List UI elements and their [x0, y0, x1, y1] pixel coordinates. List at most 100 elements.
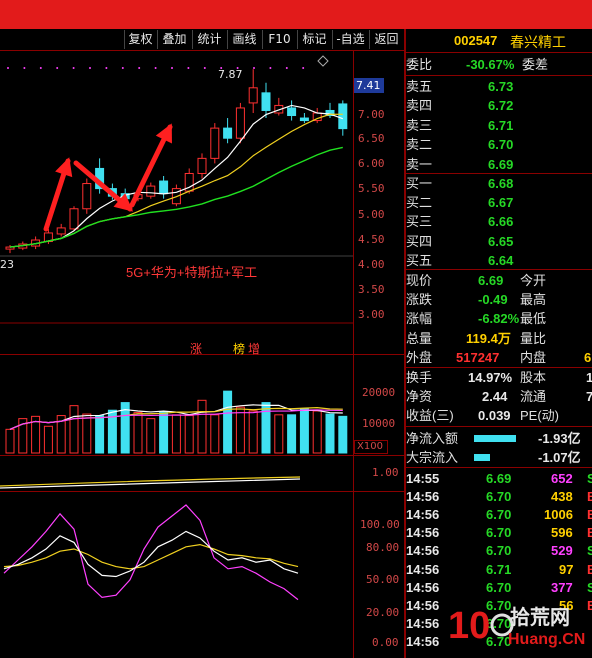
stat-label-2: 最高 [520, 292, 547, 308]
statistics-button[interactable]: 统计 [192, 30, 226, 49]
kdj-y-tick: 0.00 [372, 636, 399, 649]
flow-label: 净流入额 [406, 431, 459, 446]
bid-price: 6.66 [488, 214, 514, 230]
draw-line-button[interactable]: 画线 [227, 30, 261, 49]
stock-code[interactable]: 002547 [454, 33, 497, 48]
stat-row: 总量 119.4万 量比 [406, 329, 592, 348]
marker-dot [7, 67, 9, 69]
bid-price: 6.68 [488, 176, 514, 191]
quote-title: 002547 春兴精工 [406, 29, 592, 53]
back-button[interactable]: 返回 [369, 30, 403, 49]
marker-dot [302, 67, 305, 69]
fin-value-2: 1 [586, 370, 592, 385]
stat-value: -0.49 [478, 292, 508, 308]
tick-time: 14:56 [406, 507, 440, 523]
fin-label: 收益(三) [406, 408, 454, 424]
bid-label: 买四 [406, 233, 433, 249]
volume-bar [235, 406, 245, 454]
volume-y-tick: 20000 [362, 386, 396, 399]
quote-panel: 002547 春兴精工 委比 -30.67% 委差 卖五 6.73 卖四 6.72 卖三… [406, 29, 592, 658]
current-price-tag: 7.41 [354, 78, 384, 93]
candle-body [248, 87, 258, 104]
bid-label: 买二 [406, 195, 433, 211]
bid-row: 买五 6.64 [406, 251, 592, 270]
tick-volume: 97 [559, 561, 574, 577]
tick-row: 14:55 6.69 652 S [406, 470, 592, 488]
stock-name[interactable]: 春兴精工 [510, 32, 566, 52]
marker-dot [105, 67, 108, 69]
tick-time: 14:55 [406, 471, 440, 486]
tick-price: 6.70 [486, 507, 512, 523]
quote-divider [406, 467, 592, 468]
tick-volume: 652 [551, 471, 573, 486]
stat-value: 119.4万 [466, 330, 511, 346]
tick-row: 14:56 6.71 97 B [406, 561, 592, 579]
marker-dot [171, 67, 173, 69]
quote-divider [406, 269, 592, 270]
tick-flag: B [587, 525, 592, 541]
overlay-button[interactable]: 叠加 [157, 30, 191, 49]
y-tick: 3.50 [358, 283, 385, 296]
stat-label: 总量 [406, 330, 433, 346]
volume-bar [338, 415, 348, 454]
fuquan-button[interactable]: 复权 [124, 30, 156, 49]
candle-body [223, 127, 233, 139]
tick-time: 14:56 [406, 579, 440, 595]
candle-body [69, 208, 79, 230]
theme-annotation: 5G+华为+特斯拉+军工 [126, 265, 258, 280]
weicha-label: 委差 [522, 57, 549, 72]
svg-text:10: 10 [448, 605, 490, 647]
volume-bar [146, 418, 156, 454]
high-marker-label: 7.87 [218, 68, 243, 81]
ask-label: 卖四 [406, 98, 433, 114]
stat-label: 现价 [406, 273, 433, 288]
flow-bar [474, 454, 490, 461]
limit-up-badge[interactable]: 涨 [190, 340, 202, 357]
mark-button[interactable]: 标记 [297, 30, 331, 49]
tick-time: 14:56 [406, 633, 440, 649]
marker-dot [187, 67, 190, 69]
tick-flag: S [587, 471, 592, 486]
kdj-y-tick: 20.00 [366, 606, 400, 619]
stat-row: 现价 6.69 今开 [406, 271, 592, 290]
marker-dot [39, 67, 42, 69]
increase-badge[interactable]: 增 [248, 340, 260, 357]
watermark-logo: 10 拾荒网 Huang.CN [446, 598, 586, 654]
volume-bar [197, 399, 207, 454]
flow-value: -1.07亿 [538, 450, 581, 465]
tick-volume: 596 [551, 525, 573, 541]
ask-row: 卖一 6.69 [406, 155, 592, 174]
marker-dot [154, 67, 157, 69]
stat-label-2: 今开 [520, 273, 547, 288]
ask-row: 卖三 6.71 [406, 116, 592, 135]
tick-row: 14:56 6.70 377 S [406, 579, 592, 597]
volume-bar [248, 410, 258, 454]
fin-value-2: 7 [586, 389, 592, 405]
tick-time: 14:56 [406, 597, 440, 613]
tick-time: 14:56 [406, 525, 440, 541]
ranking-badge[interactable]: 榜 [233, 340, 245, 357]
candle-body [197, 157, 207, 174]
marker-dot [23, 67, 26, 69]
left-value-label: 23 [0, 258, 14, 271]
remove-favorite-button[interactable]: -自选 [332, 30, 368, 49]
macd-dea-line [0, 476, 301, 487]
tick-price: 6.70 [486, 525, 512, 541]
watermark-graphic: 10 拾荒网 Huang.CN [448, 605, 585, 648]
volume-bar [325, 413, 335, 454]
chart-toolbar: 复权 叠加 统计 画线 F10 标记 -自选 返回 [0, 29, 404, 51]
f10-button[interactable]: F10 [262, 30, 296, 49]
marker-dot [89, 67, 91, 69]
fin-value: 2.44 [482, 389, 508, 405]
tick-flag: S [587, 543, 592, 559]
tick-row: 14:56 6.70 1006 B [406, 506, 592, 524]
stat-value: -6.82% [478, 311, 520, 327]
volume-bar [223, 390, 233, 454]
tick-price: 6.69 [486, 471, 512, 486]
ask-label: 卖三 [406, 117, 433, 133]
diamond-icon[interactable] [317, 55, 329, 67]
ask-row: 卖二 6.70 [406, 135, 592, 154]
tick-flag: B [587, 597, 592, 613]
marker-dot [121, 67, 124, 69]
stat-label: 涨幅 [406, 311, 433, 327]
